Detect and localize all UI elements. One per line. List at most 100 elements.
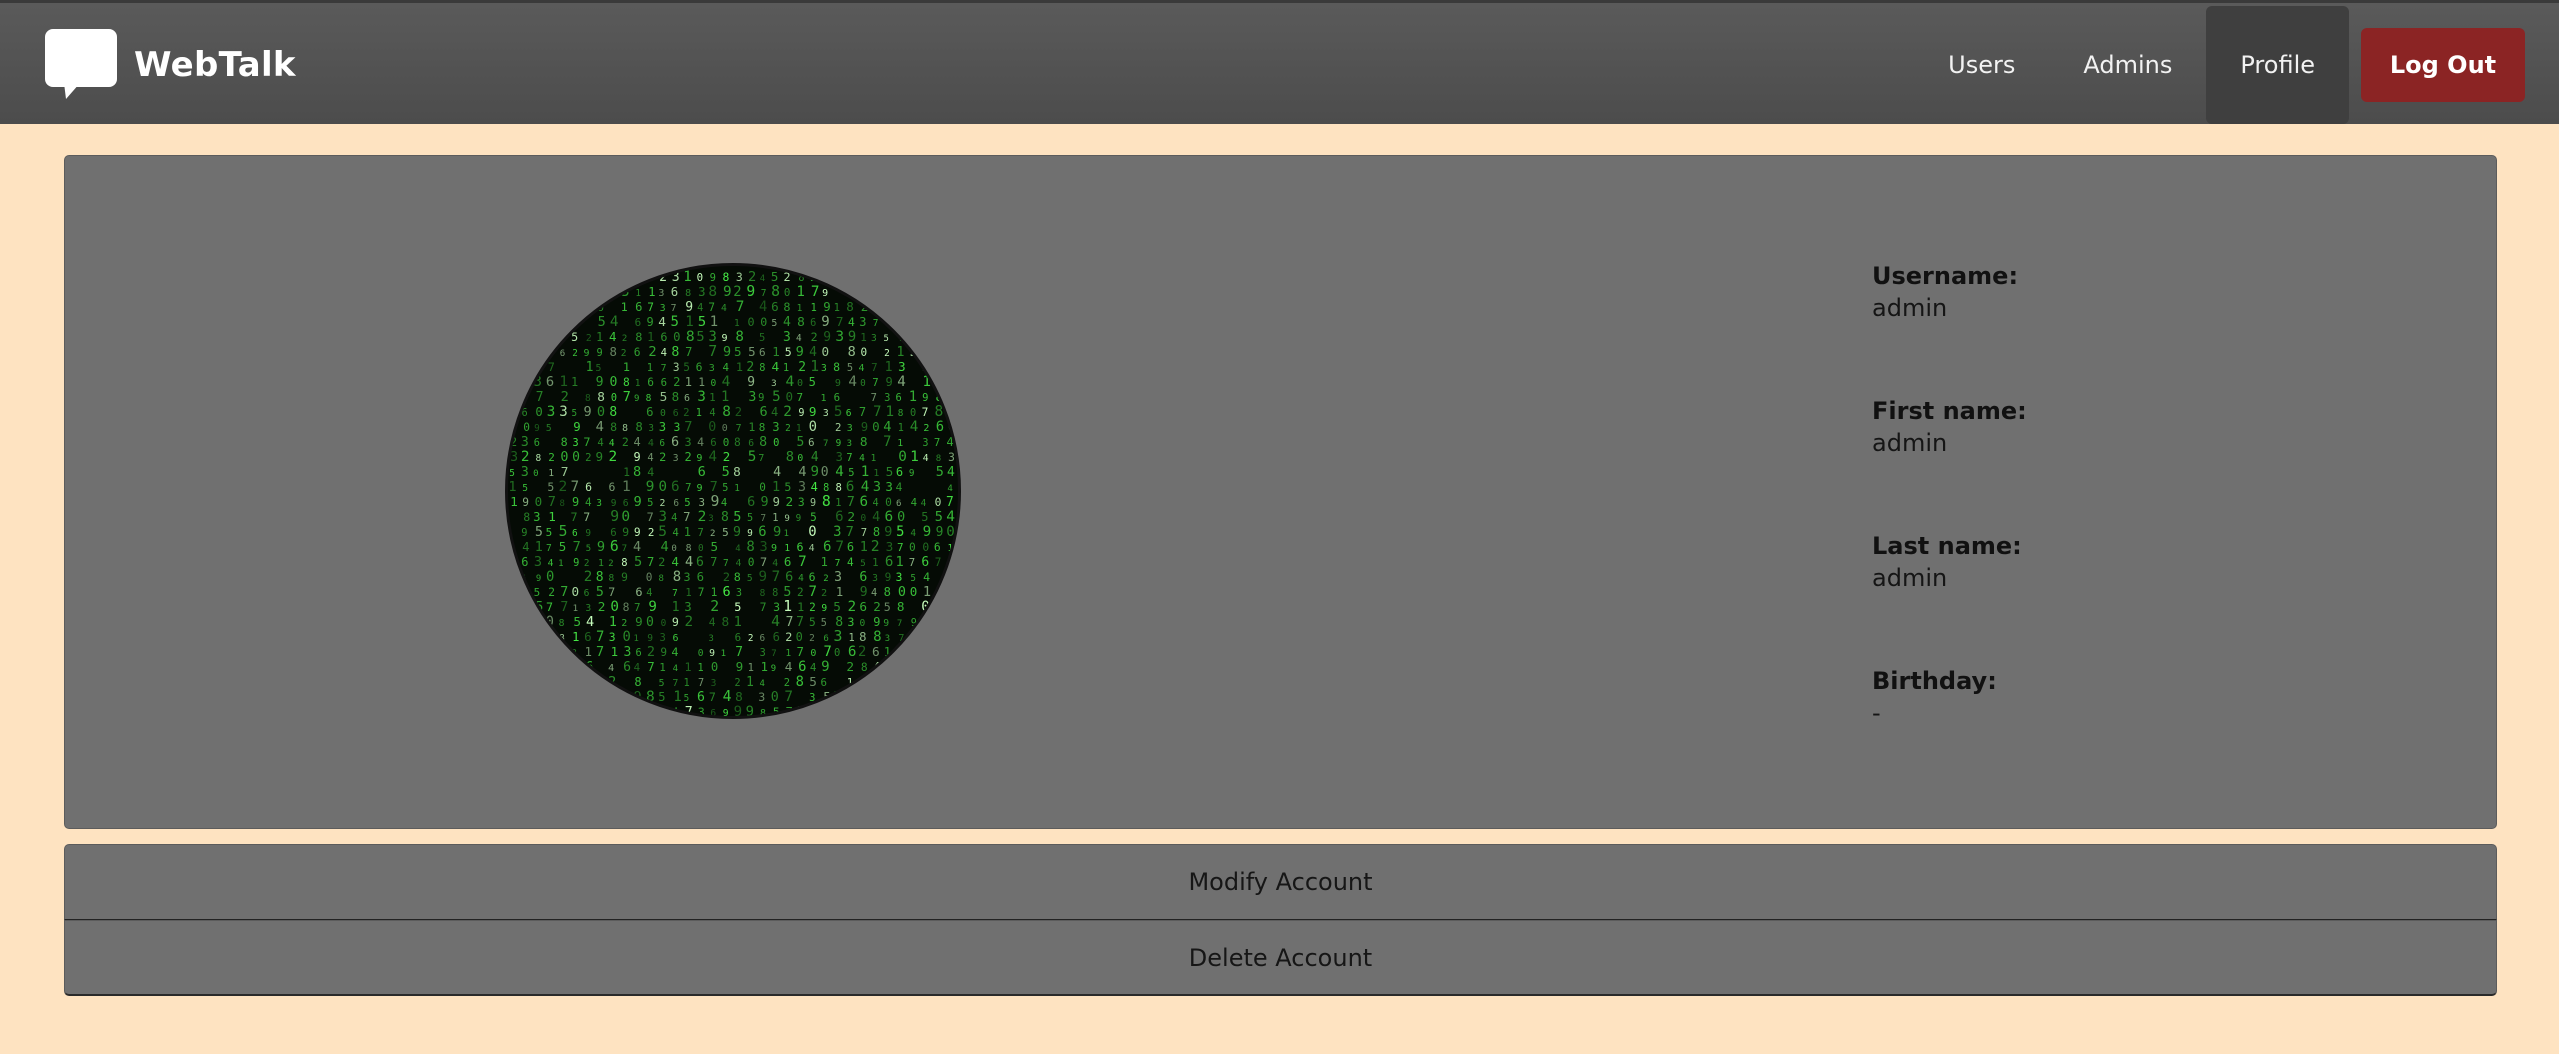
svg-text:7: 7	[871, 392, 877, 404]
svg-text:0: 0	[509, 348, 515, 359]
svg-text:9: 9	[634, 450, 641, 464]
svg-text:9: 9	[583, 348, 589, 359]
svg-text:1: 1	[836, 585, 843, 599]
svg-text:1: 1	[748, 420, 755, 434]
nav-link-admins[interactable]: Admins	[2049, 6, 2206, 124]
svg-text:9: 9	[910, 630, 918, 645]
svg-text:2: 2	[585, 286, 592, 299]
svg-text:8: 8	[759, 362, 765, 374]
svg-text:3: 3	[585, 603, 591, 614]
svg-text:9: 9	[835, 378, 841, 389]
svg-text:5: 5	[935, 509, 943, 525]
svg-text:3: 3	[709, 363, 715, 374]
svg-text:4: 4	[885, 317, 891, 329]
svg-text:4: 4	[811, 450, 819, 465]
svg-text:8: 8	[686, 328, 695, 345]
svg-text:4: 4	[723, 688, 732, 705]
svg-text:0: 0	[533, 469, 538, 479]
svg-text:6: 6	[759, 346, 766, 359]
svg-text:2: 2	[947, 333, 953, 344]
svg-text:0: 0	[523, 421, 530, 434]
svg-text:0: 0	[885, 496, 892, 509]
last-name-label: Last name:	[1872, 532, 2022, 560]
svg-text:2: 2	[936, 649, 941, 659]
svg-text:2: 2	[847, 510, 855, 525]
svg-text:1: 1	[884, 645, 891, 659]
svg-text:5: 5	[923, 649, 928, 659]
svg-text:5: 5	[910, 345, 918, 360]
svg-text:0: 0	[797, 378, 803, 389]
svg-text:8: 8	[760, 708, 766, 716]
nav-link-profile[interactable]: Profile	[2206, 6, 2349, 124]
logout-button[interactable]: Log Out	[2361, 28, 2525, 102]
svg-text:2: 2	[809, 633, 815, 644]
svg-text:5: 5	[546, 526, 553, 539]
svg-text:6: 6	[521, 555, 528, 569]
svg-text:9: 9	[696, 453, 702, 464]
svg-text:6: 6	[623, 660, 631, 675]
svg-text:1: 1	[648, 285, 655, 299]
svg-text:3: 3	[911, 674, 918, 689]
svg-text:0: 0	[784, 286, 790, 299]
svg-text:0: 0	[521, 331, 528, 344]
svg-text:1: 1	[861, 285, 868, 299]
svg-text:1: 1	[611, 644, 618, 659]
svg-text:7: 7	[873, 404, 881, 420]
svg-text:0: 0	[646, 615, 654, 630]
svg-text:7: 7	[671, 303, 677, 314]
svg-text:1: 1	[623, 705, 630, 716]
svg-text:5: 5	[771, 318, 777, 329]
svg-text:2: 2	[810, 274, 815, 284]
svg-text:6: 6	[521, 574, 526, 584]
svg-text:2: 2	[598, 600, 606, 615]
svg-text:8: 8	[723, 270, 730, 284]
svg-text:4: 4	[934, 314, 942, 330]
svg-text:4: 4	[946, 604, 951, 614]
svg-text:9: 9	[660, 646, 667, 659]
delete-account-button[interactable]: Delete Account	[64, 920, 2497, 996]
nav-link-users[interactable]: Users	[1914, 6, 2049, 124]
svg-text:5: 5	[833, 599, 841, 614]
svg-text:0: 0	[621, 509, 630, 525]
svg-text:4: 4	[946, 434, 953, 449]
svg-text:9: 9	[873, 615, 880, 629]
svg-text:4: 4	[673, 664, 679, 674]
svg-text:9: 9	[796, 344, 804, 360]
svg-text:3: 3	[571, 648, 577, 659]
svg-text:0: 0	[534, 349, 539, 359]
svg-text:0: 0	[946, 524, 955, 540]
svg-text:1: 1	[685, 660, 692, 674]
svg-text:9: 9	[559, 301, 566, 314]
svg-text:3: 3	[698, 705, 705, 716]
svg-text:6: 6	[909, 645, 917, 660]
modify-account-button[interactable]: Modify Account	[64, 844, 2497, 920]
svg-text:0: 0	[646, 571, 653, 584]
svg-text:9: 9	[647, 633, 653, 644]
svg-text:0: 0	[522, 615, 530, 630]
svg-text:7: 7	[573, 539, 581, 555]
svg-text:0: 0	[773, 437, 779, 449]
svg-text:6: 6	[673, 408, 679, 419]
svg-text:3: 3	[773, 600, 780, 614]
svg-text:4: 4	[510, 390, 518, 405]
svg-text:9: 9	[773, 524, 781, 540]
svg-text:5: 5	[684, 693, 690, 704]
brand-home-link[interactable]: WebTalk	[44, 27, 296, 103]
svg-text:4: 4	[883, 419, 891, 435]
svg-text:2: 2	[608, 449, 617, 465]
svg-text:8: 8	[634, 269, 642, 285]
svg-text:2: 2	[734, 678, 740, 689]
svg-text:1: 1	[772, 479, 780, 495]
svg-text:7: 7	[909, 663, 915, 674]
svg-text:9: 9	[672, 615, 679, 629]
svg-text:0: 0	[947, 629, 956, 645]
svg-text:0: 0	[535, 494, 543, 509]
svg-text:7: 7	[560, 585, 568, 600]
svg-text:7: 7	[771, 649, 776, 659]
svg-text:3: 3	[736, 588, 742, 599]
svg-text:6: 6	[846, 479, 855, 495]
svg-text:5: 5	[647, 497, 653, 509]
svg-text:9: 9	[572, 495, 579, 509]
svg-text:5: 5	[773, 705, 780, 716]
svg-text:1: 1	[534, 663, 540, 674]
